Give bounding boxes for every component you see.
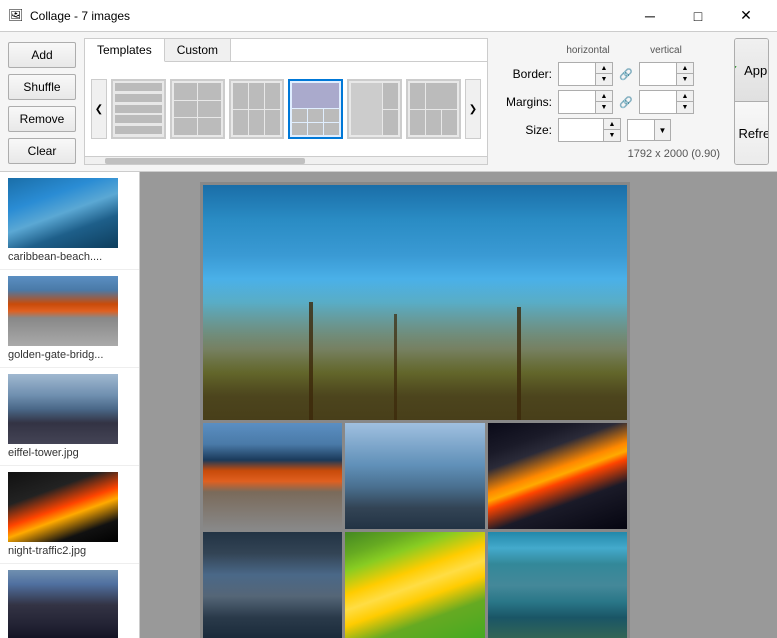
window-title: Collage - 7 images [30,9,627,23]
main-container: Add Shuffle Remove Clear Templates Custo… [0,32,777,638]
margins-h-input[interactable]: 4 [559,91,595,113]
apply-checkmark-icon: ✔ [734,62,738,79]
collage-row-middle [203,423,627,530]
border-v-spinner[interactable]: 4 ▲ ▼ [639,62,694,86]
custom-tab[interactable]: Custom [165,39,231,61]
thumbnail-eiffel-night [8,570,118,638]
margins-v-input[interactable]: 4 [640,91,676,113]
margins-v-up[interactable]: ▲ [677,91,693,102]
collage-cell-traffic [488,423,627,530]
template-scrollbar[interactable] [85,156,487,164]
margins-h-down[interactable]: ▼ [596,102,612,113]
maximize-button[interactable]: □ [675,2,721,30]
toolbar: Add Shuffle Remove Clear Templates Custo… [0,32,777,172]
template-6[interactable] [406,79,461,139]
color-dropdown-button[interactable]: ▼ [655,119,671,141]
remove-button[interactable]: Remove [8,106,76,132]
border-h-up[interactable]: ▲ [596,63,612,74]
color-picker: ▼ [627,119,671,141]
margins-v-down[interactable]: ▼ [677,102,693,113]
image-name-night-traffic: night-traffic2.jpg [8,545,131,557]
margins-setting: Margins: 4 ▲ ▼ 🔗 4 ▲ [502,90,720,114]
minimize-button[interactable]: ─ [627,2,673,30]
sidebar-scroll[interactable]: caribbean-beach.... golden-gate-bridg...… [0,172,139,638]
border-v-down[interactable]: ▼ [677,74,693,85]
clear-button[interactable]: Clear [8,138,76,164]
content-area: caribbean-beach.... golden-gate-bridg...… [0,172,777,638]
border-v-up[interactable]: ▲ [677,63,693,74]
margins-lock-icon[interactable]: 🔗 [619,95,633,109]
border-lock-icon[interactable]: 🔗 [619,67,633,81]
template-thumbnails: ❮ [85,62,487,156]
shuffle-button[interactable]: Shuffle [8,74,76,100]
image-name-eiffel: eiffel-tower.jpg [8,447,131,459]
apply-button[interactable]: ✔ Apply [735,39,768,102]
margins-label: Margins: [502,95,552,109]
templates-tab[interactable]: Templates [85,39,165,62]
thumbnail-golden-gate [8,276,118,346]
template-1[interactable] [111,79,166,139]
collage-cell-main [203,185,627,420]
color-swatch[interactable] [627,119,655,141]
border-setting: Border: 4 ▲ ▼ 🔗 4 ▲ [502,62,720,86]
size-down[interactable]: ▼ [604,130,620,141]
templates-next-button[interactable]: ❯ [465,79,481,139]
template-tabs: Templates Custom [85,39,487,62]
template-3[interactable] [229,79,284,139]
size-up[interactable]: ▲ [604,119,620,130]
collage-cell-eiffel-day [345,423,484,530]
templates-prev-button[interactable]: ❮ [91,79,107,139]
thumbnail-eiffel [8,374,118,444]
collage-row-bottom [203,532,627,638]
image-name-caribbean: caribbean-beach.... [8,251,131,263]
template-2[interactable] [170,79,225,139]
list-item[interactable]: eiffel-tower.jpg [0,368,139,466]
add-button[interactable]: Add [8,42,76,68]
templates-panel: Templates Custom ❮ [84,38,488,165]
list-item[interactable]: caribbean-beach.... [0,172,139,270]
action-buttons: ✔ Apply ↻ Refresh [734,38,769,165]
size-label: Size: [502,123,552,137]
vertical-label: vertical [638,45,694,56]
margins-v-spinner[interactable]: 4 ▲ ▼ [639,90,694,114]
horizontal-label: horizontal [560,45,616,56]
border-h-input[interactable]: 4 [559,63,595,85]
thumbnail-night-traffic [8,472,118,542]
close-button[interactable]: ✕ [723,2,769,30]
list-item[interactable]: golden-gate-bridg... [0,270,139,368]
apply-label: Apply [744,63,769,78]
app-icon: 🖼 [8,8,24,24]
template-5[interactable] [347,79,402,139]
collage-cell-sunflower [345,532,484,638]
image-action-buttons: Add Shuffle Remove Clear [8,38,76,165]
margins-h-up[interactable]: ▲ [596,91,612,102]
template-4[interactable] [288,79,343,139]
border-h-down[interactable]: ▼ [596,74,612,85]
image-name-golden-gate: golden-gate-bridg... [8,349,131,361]
title-bar: 🖼 Collage - 7 images ─ □ ✕ [0,0,777,32]
size-setting: Size: 2000 ▲ ▼ ▼ [502,118,720,142]
refresh-button[interactable]: ↻ Refresh [735,102,768,164]
size-display: 1792 x 2000 (0.90) [502,148,720,160]
margins-h-spinner[interactable]: 4 ▲ ▼ [558,90,613,114]
canvas-area [140,172,777,638]
refresh-label: Refresh [738,126,769,141]
border-label: Border: [502,67,552,81]
size-spinner[interactable]: 2000 ▲ ▼ [558,118,621,142]
list-item[interactable]: eiffel-night.jpg [0,564,139,638]
thumbnail-caribbean [8,178,118,248]
collage-cell-bridge [203,423,342,530]
image-sidebar: caribbean-beach.... golden-gate-bridg...… [0,172,140,638]
collage-cell-boat [488,532,627,638]
collage-preview [200,182,630,638]
size-input[interactable]: 2000 [559,119,603,141]
list-item[interactable]: night-traffic2.jpg [0,466,139,564]
window-controls: ─ □ ✕ [627,2,769,30]
collage-cell-eiffel-night [203,532,342,638]
border-v-input[interactable]: 4 [640,63,676,85]
border-h-spinner[interactable]: 4 ▲ ▼ [558,62,613,86]
